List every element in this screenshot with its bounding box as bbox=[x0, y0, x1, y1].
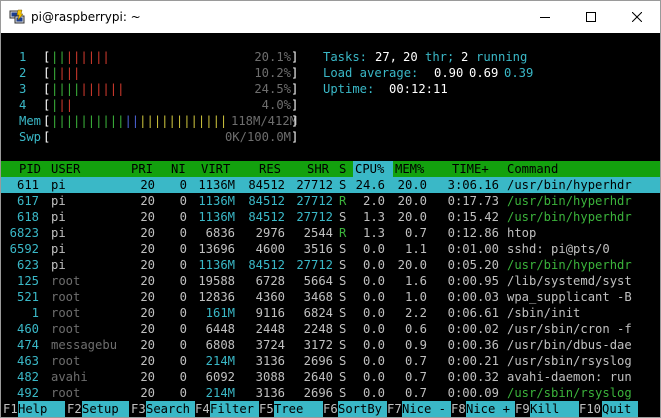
col-shr[interactable]: SHR bbox=[307, 161, 329, 177]
process-row[interactable]: 617 pi 20 0 1136M 84512 27712 R 2.0 20.0… bbox=[1, 193, 660, 209]
process-row[interactable]: 521 root 20 0 12836 4360 3468 S 0.0 1.0 … bbox=[1, 289, 660, 305]
quit-button[interactable]: Quit bbox=[602, 401, 638, 417]
process-row[interactable]: 125 root 20 0 19588 6728 5664 S 0.0 1.6 … bbox=[1, 273, 660, 289]
col-command[interactable]: Command bbox=[507, 161, 558, 177]
putty-icon bbox=[9, 9, 25, 24]
setup-button[interactable]: Setup bbox=[82, 401, 129, 417]
swap-meter: Swp [ 0K/100.0M ] bbox=[19, 130, 299, 144]
process-row[interactable]: 460 root 20 0 6448 2448 2248 S 0.0 0.6 0… bbox=[1, 321, 660, 337]
kill-button[interactable]: Kill bbox=[530, 401, 579, 417]
column-header[interactable]: PID USER PRI NI VIRT RES SHR S CPU% MEM%… bbox=[1, 161, 660, 177]
cpu-percent: 4.0% bbox=[261, 98, 291, 112]
col-mem[interactable]: MEM% bbox=[395, 161, 424, 177]
fkey-f3[interactable]: F3 bbox=[131, 401, 146, 417]
terminal-window: pi@raspberrypi: ~ 1 [ |||||||| 20.1% ] 2… bbox=[0, 0, 661, 418]
cpu-meter: 2 [ |||| 10.2% ] bbox=[19, 66, 299, 80]
col-pid[interactable]: PID bbox=[19, 161, 41, 177]
function-key-bar: F1 Help F2 Setup F3 Search F4 Filter F5 … bbox=[1, 401, 660, 417]
col-time[interactable]: TIME+ bbox=[452, 161, 489, 177]
memory-meter: Mem [ |||||||||||||||||||||||| 118M/412M… bbox=[19, 114, 299, 128]
cpu-number: 1 bbox=[19, 50, 27, 64]
terminal-screen[interactable]: 1 [ |||||||| 20.1% ] 2 [ |||| 10.2% ] 3 … bbox=[1, 33, 660, 417]
search-button[interactable]: Search bbox=[146, 401, 195, 417]
col-cpu[interactable]: CPU% bbox=[355, 161, 384, 177]
title-bar[interactable]: pi@raspberrypi: ~ bbox=[1, 1, 660, 33]
cpu-number: 4 bbox=[19, 98, 27, 112]
help-button[interactable]: Help bbox=[18, 401, 65, 417]
cpu-bar: ||| bbox=[51, 98, 74, 112]
cpu-percent: 10.2% bbox=[254, 66, 291, 80]
process-row[interactable]: 6592 pi 20 0 13696 4600 3516 S 0.0 1.1 0… bbox=[1, 241, 660, 257]
load-average: Load average: 0.90 0.69 0.39 bbox=[323, 66, 534, 80]
process-row[interactable]: 463 root 20 0 214M 3136 2696 S 0.0 0.7 0… bbox=[1, 353, 660, 369]
cpu-meter: 1 [ |||||||| 20.1% ] bbox=[19, 50, 299, 64]
close-button[interactable] bbox=[614, 1, 660, 33]
fkey-f2[interactable]: F2 bbox=[67, 401, 82, 417]
process-row[interactable]: 482 avahi 20 0 6092 3088 2640 S 0.0 0.7 … bbox=[1, 369, 660, 385]
cpu-percent: 24.5% bbox=[254, 82, 291, 96]
fkey-f8[interactable]: F8 bbox=[451, 401, 466, 417]
fkey-f6[interactable]: F6 bbox=[323, 401, 338, 417]
process-row-selected[interactable]: 611 pi 20 0 1136M 84512 27712 S 24.6 20.… bbox=[1, 177, 660, 193]
process-row[interactable]: 623 pi 20 0 1136M 84512 27712 S 0.0 20.0… bbox=[1, 257, 660, 273]
fkey-f10[interactable]: F10 bbox=[579, 401, 601, 417]
fkey-f5[interactable]: F5 bbox=[259, 401, 274, 417]
cpu-bar: |||||||||| bbox=[51, 82, 125, 96]
cpu-meter: 4 [ ||| 4.0% ] bbox=[19, 98, 299, 112]
process-row[interactable]: 1 root 20 0 161M 9116 6824 S 0.0 2.2 0:0… bbox=[1, 305, 660, 321]
process-row[interactable]: 474 messagebu 20 0 6808 3724 3172 S 0.0 … bbox=[1, 337, 660, 353]
memory-bar: |||||||||||||||||||||||| bbox=[51, 114, 228, 128]
maximize-button[interactable] bbox=[568, 1, 614, 33]
maximize-icon bbox=[586, 12, 596, 22]
nice-minus-button[interactable]: Nice - bbox=[402, 401, 451, 417]
col-ni[interactable]: NI bbox=[171, 161, 186, 177]
window-title: pi@raspberrypi: ~ bbox=[31, 10, 141, 24]
fkey-f7[interactable]: F7 bbox=[387, 401, 402, 417]
minimize-icon bbox=[540, 17, 550, 18]
uptime: Uptime: 00:12:11 bbox=[323, 82, 448, 96]
col-state[interactable]: S bbox=[339, 161, 346, 177]
process-row[interactable]: 492 root 20 0 214M 3136 2696 S 0.0 0.7 0… bbox=[1, 385, 660, 401]
fkey-f9[interactable]: F9 bbox=[515, 401, 530, 417]
fkey-f4[interactable]: F4 bbox=[195, 401, 210, 417]
tasks-summary: Tasks: 27, 20 thr; 2 running bbox=[323, 50, 528, 64]
col-user[interactable]: USER bbox=[51, 161, 80, 177]
fkey-f1[interactable]: F1 bbox=[3, 401, 18, 417]
cpu-number: 2 bbox=[19, 66, 27, 80]
tree-button[interactable]: Tree bbox=[274, 401, 323, 417]
cpu-bar: |||| bbox=[51, 66, 81, 80]
col-pri[interactable]: PRI bbox=[131, 161, 153, 177]
process-row[interactable]: 6823 pi 20 0 6836 2976 2544 R 1.3 0.7 0:… bbox=[1, 225, 660, 241]
col-virt[interactable]: VIRT bbox=[201, 161, 230, 177]
close-icon bbox=[632, 12, 642, 22]
memory-value: 118M/412M bbox=[231, 114, 298, 128]
swap-value: 0K/100.0M bbox=[224, 130, 291, 144]
minimize-button[interactable] bbox=[522, 1, 568, 33]
cpu-meter: 3 [ |||||||||| 24.5% ] bbox=[19, 82, 299, 96]
process-row[interactable]: 618 pi 20 0 1136M 84512 27712 S 1.3 20.0… bbox=[1, 209, 660, 225]
nice-plus-button[interactable]: Nice + bbox=[466, 401, 515, 417]
filter-button[interactable]: Filter bbox=[210, 401, 259, 417]
cpu-bar: |||||||| bbox=[51, 50, 110, 64]
sortby-button[interactable]: SortBy bbox=[338, 401, 387, 417]
col-res[interactable]: RES bbox=[259, 161, 281, 177]
cpu-number: 3 bbox=[19, 82, 27, 96]
cpu-percent: 20.1% bbox=[254, 50, 291, 64]
